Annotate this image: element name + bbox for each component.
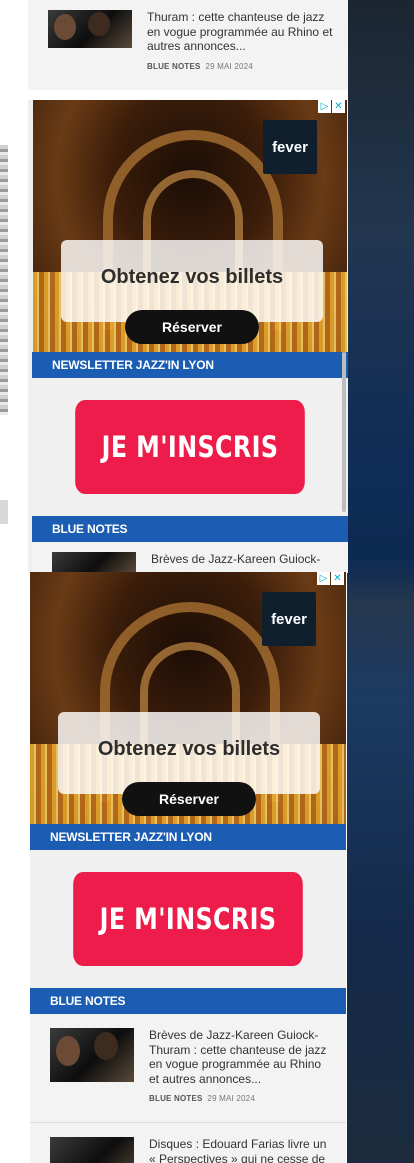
left-image-edge-small bbox=[0, 500, 8, 524]
ad-brand-logo: fever bbox=[262, 592, 316, 646]
list-item[interactable]: Disques : Edouard Farias livre un « Pers… bbox=[30, 1123, 346, 1163]
article-title[interactable]: Thuram : cette chanteuse de jazz en vogu… bbox=[147, 10, 336, 54]
inner-scrollbar[interactable] bbox=[342, 352, 346, 512]
ad-info-icon[interactable]: ▷ bbox=[317, 572, 330, 585]
list-item[interactable]: Brèves de Jazz-Kareen Guiock- bbox=[32, 542, 348, 572]
blue-notes-section-title: BLUE NOTES bbox=[30, 988, 346, 1014]
newsletter-subscribe-button[interactable]: JE M'INSCRIS bbox=[75, 400, 305, 494]
article-thumbnail[interactable] bbox=[52, 552, 136, 572]
left-image-edge bbox=[0, 145, 8, 415]
article-category[interactable]: BLUE NOTES bbox=[147, 62, 201, 71]
article-meta: BLUE NOTES 29 MAI 2024 bbox=[149, 1094, 334, 1103]
ad-headline: Obtenez vos billets bbox=[97, 738, 281, 760]
list-item[interactable]: Brèves de Jazz-Kareen Guiock-Thuram : ce… bbox=[30, 1014, 346, 1122]
ad-info-icon[interactable]: ▷ bbox=[318, 100, 331, 113]
article-date: 29 MAI 2024 bbox=[207, 1094, 255, 1103]
sidebar-column-upper: Thuram : cette chanteuse de jazz en vogu… bbox=[28, 0, 348, 573]
ad-reserve-button[interactable]: Réserver bbox=[125, 310, 259, 344]
ad-close-icon[interactable]: ✕ bbox=[331, 572, 344, 585]
article-title[interactable]: Brèves de Jazz-Kareen Guiock-Thuram : ce… bbox=[149, 1028, 334, 1086]
list-item[interactable]: Thuram : cette chanteuse de jazz en vogu… bbox=[28, 0, 348, 90]
article-thumbnail[interactable] bbox=[50, 1028, 134, 1082]
article-thumbnail[interactable] bbox=[50, 1137, 134, 1163]
ad-brand-logo: fever bbox=[263, 120, 317, 174]
newsletter-section-title: NEWSLETTER JAZZ'IN LYON bbox=[32, 352, 348, 378]
article-meta: BLUE NOTES 29 MAI 2024 bbox=[147, 62, 336, 71]
ad-choices[interactable]: ▷ ✕ bbox=[318, 100, 345, 113]
ad-banner[interactable]: fever Obtenez vos billets Réserver ▷ ✕ bbox=[30, 572, 346, 824]
newsletter-body: JE M'INSCRIS bbox=[30, 850, 346, 988]
article-date: 29 MAI 2024 bbox=[205, 61, 253, 71]
ad-choices[interactable]: ▷ ✕ bbox=[317, 572, 344, 585]
newsletter-section-title: NEWSLETTER JAZZ'IN LYON bbox=[30, 824, 346, 850]
page-background-right bbox=[347, 0, 414, 1163]
article-title[interactable]: Disques : Edouard Farias livre un « Pers… bbox=[149, 1137, 334, 1163]
article-category[interactable]: BLUE NOTES bbox=[149, 1094, 203, 1103]
article-title[interactable]: Brèves de Jazz-Kareen Guiock- bbox=[151, 552, 320, 572]
blue-notes-section-title: BLUE NOTES bbox=[32, 516, 348, 542]
ad-reserve-button[interactable]: Réserver bbox=[122, 782, 256, 816]
sidebar-column-lower: fever Obtenez vos billets Réserver ▷ ✕ N… bbox=[30, 572, 346, 1163]
newsletter-body: JE M'INSCRIS bbox=[32, 378, 348, 516]
ad-banner[interactable]: fever Obtenez vos billets Réserver ▷ ✕ bbox=[33, 100, 347, 352]
article-thumbnail[interactable] bbox=[48, 10, 132, 48]
ad-headline: Obtenez vos billets bbox=[100, 266, 284, 288]
ad-close-icon[interactable]: ✕ bbox=[332, 100, 345, 113]
newsletter-subscribe-button[interactable]: JE M'INSCRIS bbox=[73, 872, 303, 966]
